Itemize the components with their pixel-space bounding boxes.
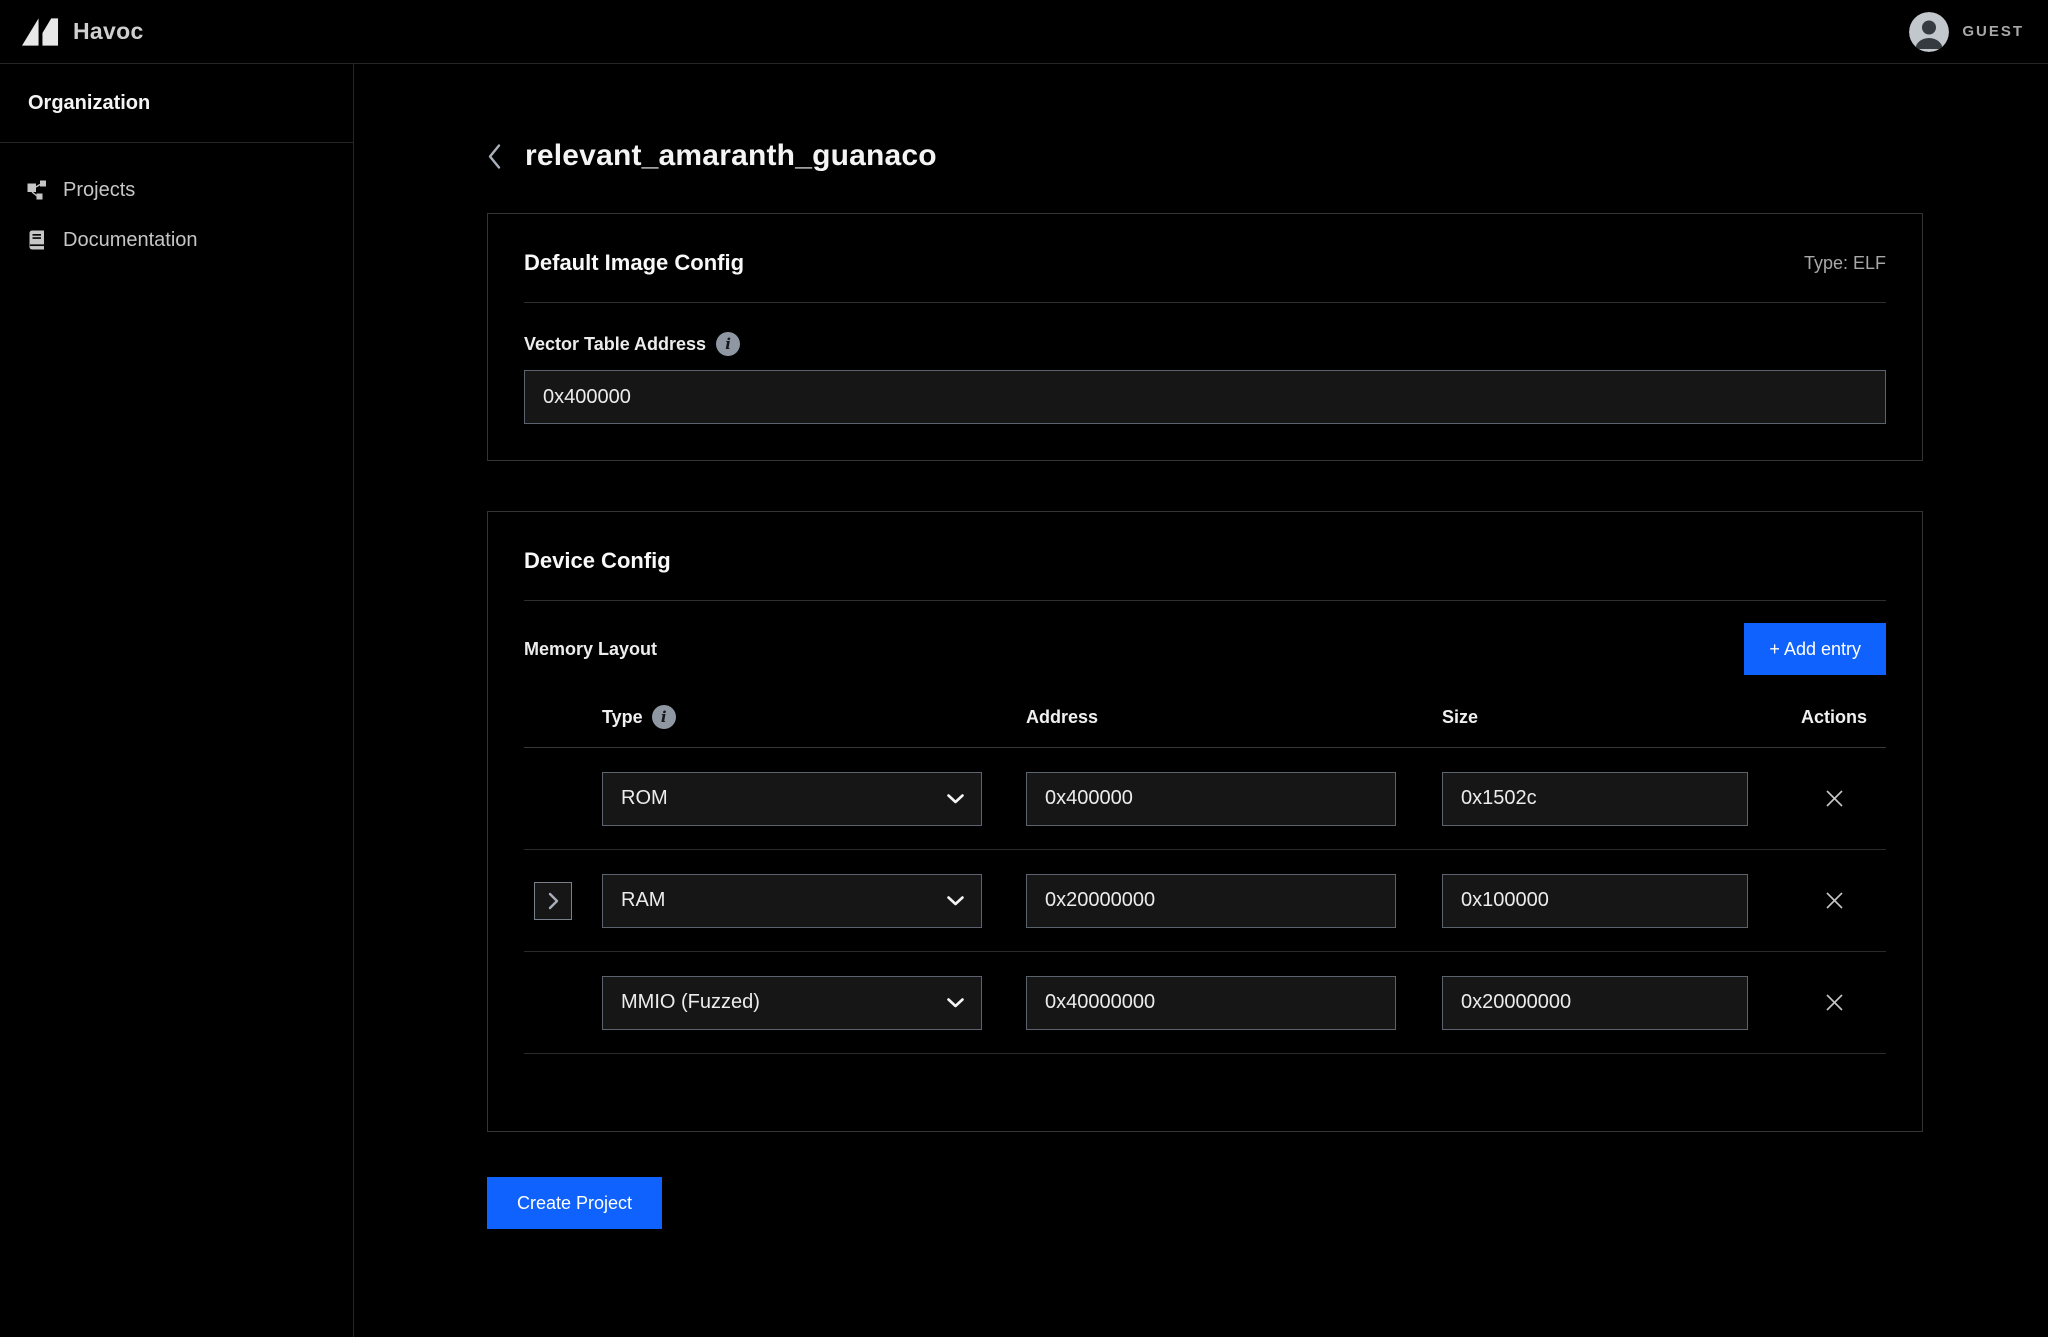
- close-icon: [1824, 992, 1845, 1013]
- divider: [524, 600, 1886, 601]
- expand-row-button[interactable]: [534, 882, 572, 920]
- page-title: relevant_amaranth_guanaco: [525, 139, 937, 173]
- default-image-config-card: Default Image Config Type: ELF Vector Ta…: [487, 213, 1923, 461]
- sidebar-section-organization[interactable]: Organization: [0, 64, 353, 143]
- remove-row-button[interactable]: [1820, 784, 1849, 813]
- brand[interactable]: Havoc: [22, 18, 144, 46]
- actions-cell: [1782, 886, 1886, 915]
- remove-row-button[interactable]: [1820, 886, 1849, 915]
- size-cell: [1442, 976, 1782, 1030]
- memory-layout-row: Memory Layout + Add entry: [524, 623, 1886, 675]
- havoc-logo-icon: [22, 18, 59, 46]
- type-select[interactable]: ROM: [602, 772, 982, 826]
- sidebar-item-projects[interactable]: Projects: [0, 165, 353, 215]
- address-column-header: Address: [1026, 707, 1442, 728]
- card-title: Device Config: [524, 548, 671, 574]
- book-icon: [27, 230, 47, 250]
- chevron-right-icon: [548, 892, 559, 910]
- chevron-down-icon: [947, 998, 964, 1008]
- sidebar-item-label: Documentation: [63, 229, 198, 252]
- close-icon: [1824, 788, 1845, 809]
- flow-icon: [27, 180, 47, 200]
- remove-row-button[interactable]: [1820, 988, 1849, 1017]
- actions-cell: [1782, 988, 1886, 1017]
- user-menu[interactable]: GUEST: [1909, 12, 2026, 52]
- size-input[interactable]: [1442, 976, 1748, 1030]
- chevron-down-icon: [947, 794, 964, 804]
- address-cell: [1026, 976, 1442, 1030]
- add-entry-button[interactable]: + Add entry: [1744, 623, 1886, 675]
- info-icon[interactable]: i: [652, 705, 676, 729]
- type-cell: RAM: [602, 874, 1026, 928]
- card-head: Device Config: [524, 548, 1886, 574]
- card-head: Default Image Config Type: ELF: [524, 250, 1886, 276]
- back-button[interactable]: [487, 143, 502, 170]
- sidebar: Organization Projects Documentatio: [0, 64, 354, 1337]
- type-column-header: Type i: [602, 705, 1026, 729]
- field-label-row: Vector Table Address i: [524, 332, 1886, 356]
- page-header: relevant_amaranth_guanaco: [487, 135, 2048, 177]
- avatar[interactable]: [1909, 12, 1949, 52]
- table-header-row: Type i Address Size Actions: [524, 705, 1886, 748]
- table-row: RAM: [524, 850, 1886, 952]
- size-input[interactable]: [1442, 874, 1748, 928]
- memory-layout-label: Memory Layout: [524, 639, 657, 660]
- vector-table-address-input[interactable]: [524, 370, 1886, 424]
- image-type-label: Type: ELF: [1804, 253, 1886, 274]
- size-column-header: Size: [1442, 707, 1782, 728]
- actions-cell: [1782, 784, 1886, 813]
- address-input[interactable]: [1026, 874, 1396, 928]
- size-cell: [1442, 874, 1782, 928]
- memory-layout-table: Type i Address Size Actions ROM: [524, 705, 1886, 1054]
- sidebar-nav: Projects Documentation: [0, 143, 353, 265]
- spacer: [487, 461, 2048, 511]
- top-bar: Havoc GUEST: [0, 0, 2048, 64]
- type-select-value: MMIO (Fuzzed): [621, 991, 760, 1014]
- size-input[interactable]: [1442, 772, 1748, 826]
- type-cell: MMIO (Fuzzed): [602, 976, 1026, 1030]
- type-select[interactable]: RAM: [602, 874, 982, 928]
- address-cell: [1026, 874, 1442, 928]
- type-cell: ROM: [602, 772, 1026, 826]
- sidebar-item-label: Projects: [63, 179, 135, 202]
- type-select-value: ROM: [621, 787, 668, 810]
- create-project-row: Create Project: [487, 1177, 2048, 1229]
- vector-table-address-label: Vector Table Address: [524, 334, 706, 355]
- brand-name: Havoc: [73, 18, 144, 45]
- device-config-card: Device Config Memory Layout + Add entry …: [487, 511, 1923, 1132]
- sidebar-item-documentation[interactable]: Documentation: [0, 215, 353, 265]
- table-row: MMIO (Fuzzed): [524, 952, 1886, 1054]
- address-input[interactable]: [1026, 976, 1396, 1030]
- chevron-left-icon: [487, 143, 502, 170]
- address-input[interactable]: [1026, 772, 1396, 826]
- username-label: GUEST: [1962, 23, 2024, 40]
- user-icon: [1909, 12, 1949, 52]
- size-cell: [1442, 772, 1782, 826]
- info-icon[interactable]: i: [716, 332, 740, 356]
- table-row: ROM: [524, 748, 1886, 850]
- main-content: relevant_amaranth_guanaco Default Image …: [354, 64, 2048, 1337]
- type-select-value: RAM: [621, 889, 665, 912]
- card-title: Default Image Config: [524, 250, 744, 276]
- address-cell: [1026, 772, 1442, 826]
- create-project-button[interactable]: Create Project: [487, 1177, 662, 1229]
- close-icon: [1824, 890, 1845, 911]
- actions-column-header: Actions: [1782, 707, 1886, 728]
- expand-cell: [524, 882, 602, 920]
- type-select[interactable]: MMIO (Fuzzed): [602, 976, 982, 1030]
- divider: [524, 302, 1886, 303]
- chevron-down-icon: [947, 896, 964, 906]
